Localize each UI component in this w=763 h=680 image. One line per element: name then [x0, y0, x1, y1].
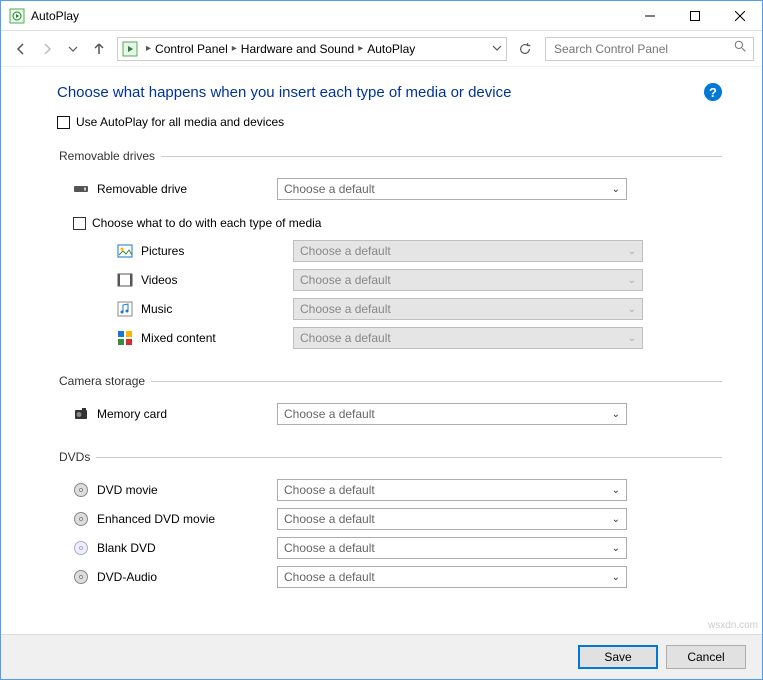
device-label: DVD movie — [97, 483, 277, 497]
combo-value: Choose a default — [300, 331, 391, 345]
music-combo: Choose a default ⌄ — [293, 298, 643, 320]
back-button[interactable] — [9, 37, 33, 61]
media-type-label: Choose what to do with each type of medi… — [92, 216, 321, 230]
mixed-content-icon — [117, 330, 133, 346]
combo-value: Choose a default — [300, 302, 391, 316]
recent-locations-button[interactable] — [61, 37, 85, 61]
device-label: Memory card — [97, 407, 277, 421]
chevron-down-icon: ⌄ — [612, 543, 620, 554]
removable-drive-icon — [73, 181, 89, 197]
combo-value: Choose a default — [300, 273, 391, 287]
chevron-down-icon[interactable] — [492, 40, 502, 58]
chevron-down-icon: ⌄ — [628, 304, 636, 315]
search-input[interactable] — [552, 41, 734, 57]
videos-icon — [117, 272, 133, 288]
window-title: AutoPlay — [31, 9, 79, 23]
cancel-button[interactable]: Cancel — [666, 645, 746, 669]
save-button[interactable]: Save — [578, 645, 658, 669]
disc-icon — [73, 569, 89, 585]
device-label: DVD-Audio — [97, 570, 277, 584]
chevron-down-icon: ⌄ — [628, 333, 636, 344]
refresh-button[interactable] — [513, 37, 537, 61]
help-icon[interactable]: ? — [704, 83, 722, 101]
device-label: Mixed content — [141, 331, 293, 345]
combo-value: Choose a default — [284, 541, 375, 555]
minimize-button[interactable] — [627, 1, 672, 31]
device-label: Videos — [141, 273, 293, 287]
autoplay-breadcrumb-icon — [122, 41, 138, 57]
removable-drive-combo[interactable]: Choose a default ⌄ — [277, 178, 627, 200]
maximize-button[interactable] — [672, 1, 717, 31]
use-autoplay-checkbox[interactable] — [57, 116, 70, 129]
section-legend: Removable drives — [57, 149, 161, 163]
up-button[interactable] — [87, 37, 111, 61]
memory-card-icon — [73, 406, 89, 422]
chevron-down-icon: ⌄ — [628, 246, 636, 257]
media-type-checkbox[interactable] — [73, 217, 86, 230]
disc-icon — [73, 511, 89, 527]
blank-dvd-combo[interactable]: Choose a default ⌄ — [277, 537, 627, 559]
forward-button[interactable] — [35, 37, 59, 61]
music-icon — [117, 301, 133, 317]
breadcrumb-root[interactable]: Control Panel — [155, 42, 228, 56]
section-legend: Camera storage — [57, 374, 151, 388]
combo-value: Choose a default — [284, 407, 375, 421]
chevron-right-icon[interactable]: ▸ — [232, 43, 237, 54]
section-dvds: DVDs DVD movie Choose a default ⌄ Enhanc… — [57, 450, 722, 599]
chevron-down-icon: ⌄ — [612, 485, 620, 496]
section-camera-storage: Camera storage Memory card Choose a defa… — [57, 374, 722, 436]
dvd-movie-combo[interactable]: Choose a default ⌄ — [277, 479, 627, 501]
combo-value: Choose a default — [284, 483, 375, 497]
use-autoplay-label: Use AutoPlay for all media and devices — [76, 115, 284, 129]
device-label: Music — [141, 302, 293, 316]
section-legend: DVDs — [57, 450, 96, 464]
device-label: Enhanced DVD movie — [97, 512, 277, 526]
memory-card-combo[interactable]: Choose a default ⌄ — [277, 403, 627, 425]
chevron-right-icon[interactable]: ▸ — [358, 43, 363, 54]
combo-value: Choose a default — [284, 182, 375, 196]
content-area: Choose what happens when you insert each… — [1, 67, 762, 634]
device-label: Blank DVD — [97, 541, 277, 555]
chevron-down-icon: ⌄ — [612, 572, 620, 583]
combo-value: Choose a default — [300, 244, 391, 258]
chevron-right-icon[interactable]: ▸ — [146, 43, 151, 54]
chevron-down-icon: ⌄ — [612, 409, 620, 420]
footer-bar: Save Cancel — [1, 634, 762, 679]
breadcrumb-leaf[interactable]: AutoPlay — [367, 42, 415, 56]
mixed-content-combo: Choose a default ⌄ — [293, 327, 643, 349]
enhanced-dvd-combo[interactable]: Choose a default ⌄ — [277, 508, 627, 530]
breadcrumb-bar[interactable]: ▸ Control Panel ▸ Hardware and Sound ▸ A… — [117, 37, 507, 61]
chevron-down-icon: ⌄ — [612, 514, 620, 525]
section-removable-drives: Removable drives Removable drive Choose … — [57, 149, 722, 360]
disc-icon — [73, 540, 89, 556]
disc-icon — [73, 482, 89, 498]
close-button[interactable] — [717, 1, 762, 31]
device-label: Removable drive — [97, 182, 277, 196]
autoplay-app-icon — [9, 8, 25, 24]
pictures-combo: Choose a default ⌄ — [293, 240, 643, 262]
videos-combo: Choose a default ⌄ — [293, 269, 643, 291]
watermark: wsxdn.com — [708, 620, 758, 631]
pictures-icon — [117, 243, 133, 259]
page-heading: Choose what happens when you insert each… — [57, 84, 511, 101]
dvd-audio-combo[interactable]: Choose a default ⌄ — [277, 566, 627, 588]
search-icon[interactable] — [734, 40, 747, 58]
breadcrumb-mid[interactable]: Hardware and Sound — [241, 42, 354, 56]
chevron-down-icon: ⌄ — [628, 275, 636, 286]
device-label: Pictures — [141, 244, 293, 258]
search-box[interactable] — [545, 37, 754, 61]
chevron-down-icon: ⌄ — [612, 184, 620, 195]
combo-value: Choose a default — [284, 570, 375, 584]
combo-value: Choose a default — [284, 512, 375, 526]
nav-bar: ▸ Control Panel ▸ Hardware and Sound ▸ A… — [1, 31, 762, 67]
title-bar: AutoPlay — [1, 1, 762, 31]
